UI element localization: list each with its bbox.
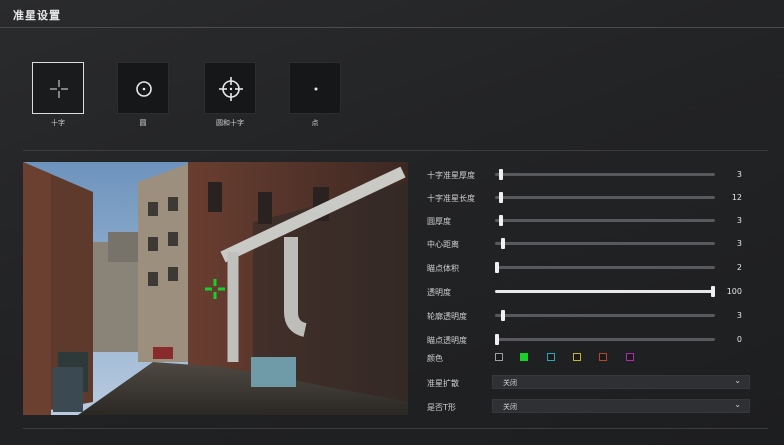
crosshair-length-label: 十字准星长度: [427, 194, 475, 203]
crosshair-label-circle: 圆: [139, 119, 147, 127]
crosshair-length-value: 12: [731, 193, 742, 202]
circle-thickness-value: 3: [736, 216, 742, 225]
crosshair-preview: [23, 162, 408, 415]
circle-thickness-label: 圆厚度: [427, 217, 451, 226]
circle-dot-icon: [136, 81, 152, 97]
t-shape-label: 是否T形: [427, 403, 456, 412]
dot-size-slider[interactable]: [495, 262, 715, 273]
center-gap-slider-thumb[interactable]: [501, 238, 505, 249]
chevron-down-icon: ⌄: [734, 400, 741, 409]
opacity-slider[interactable]: [495, 286, 715, 297]
spread-label: 准星扩散: [427, 379, 459, 388]
dot-opacity-label: 瞄点透明度: [427, 336, 467, 345]
crosshair-thickness-slider[interactable]: [495, 169, 715, 180]
crosshair-option-dot[interactable]: [289, 62, 341, 114]
opacity-value: 100: [726, 287, 742, 296]
title-bar: 准星设置: [0, 0, 784, 28]
crosshair-option-circle-cross[interactable]: [204, 62, 256, 114]
crosshair-label-dot: 点: [311, 119, 319, 127]
color-swatch-green[interactable]: [520, 353, 528, 361]
outline-opacity-value: 3: [736, 311, 742, 320]
dot-icon: [314, 87, 318, 91]
color-swatch-cyan[interactable]: [547, 353, 555, 361]
crosshair-thickness-slider-thumb[interactable]: [499, 169, 503, 180]
spread-dropdown-value: 关闭: [503, 379, 517, 387]
page-title: 准星设置: [13, 9, 61, 22]
center-gap-label: 中心距离: [427, 240, 459, 249]
crosshair-label-cross: 十字: [51, 119, 65, 127]
divider: [23, 150, 768, 151]
dot-size-value: 2: [736, 263, 742, 272]
crosshair-label-circle-cross: 圆和十字: [216, 119, 244, 127]
crosshair-length-slider[interactable]: [495, 192, 715, 203]
color-swatch-magenta[interactable]: [626, 353, 634, 361]
t-shape-dropdown-value: 关闭: [503, 403, 517, 411]
circle-cross-icon: [219, 77, 243, 101]
circle-thickness-slider[interactable]: [495, 215, 715, 226]
alley-scene-image: [23, 162, 408, 415]
outline-opacity-slider[interactable]: [495, 310, 715, 321]
opacity-slider-thumb[interactable]: [711, 286, 715, 297]
dot-size-label: 瞄点体积: [427, 264, 459, 273]
dot-opacity-slider[interactable]: [495, 334, 715, 345]
color-swatch-red[interactable]: [599, 353, 607, 361]
dot-size-slider-thumb[interactable]: [495, 262, 499, 273]
crosshair-length-slider-thumb[interactable]: [499, 192, 503, 203]
center-gap-value: 3: [736, 239, 742, 248]
t-shape-dropdown[interactable]: 关闭 ⌄: [492, 399, 750, 413]
color-swatch-yellow[interactable]: [573, 353, 581, 361]
divider: [23, 428, 768, 429]
spread-dropdown[interactable]: 关闭 ⌄: [492, 375, 750, 389]
crosshair-option-circle[interactable]: [117, 62, 169, 114]
dot-opacity-slider-thumb[interactable]: [495, 334, 499, 345]
crosshair-option-cross[interactable]: [32, 62, 84, 114]
crosshair-thickness-value: 3: [736, 170, 742, 179]
center-gap-slider[interactable]: [495, 238, 715, 249]
cross-icon: [50, 80, 68, 98]
crosshair-thickness-label: 十字准星厚度: [427, 171, 475, 180]
color-swatch-white[interactable]: [495, 353, 503, 361]
opacity-label: 透明度: [427, 288, 451, 297]
dot-opacity-value: 0: [736, 335, 742, 344]
chevron-down-icon: ⌄: [734, 376, 741, 385]
outline-opacity-label: 轮廓透明度: [427, 312, 467, 321]
outline-opacity-slider-thumb[interactable]: [501, 310, 505, 321]
color-label: 颜色: [427, 354, 443, 363]
circle-thickness-slider-thumb[interactable]: [499, 215, 503, 226]
